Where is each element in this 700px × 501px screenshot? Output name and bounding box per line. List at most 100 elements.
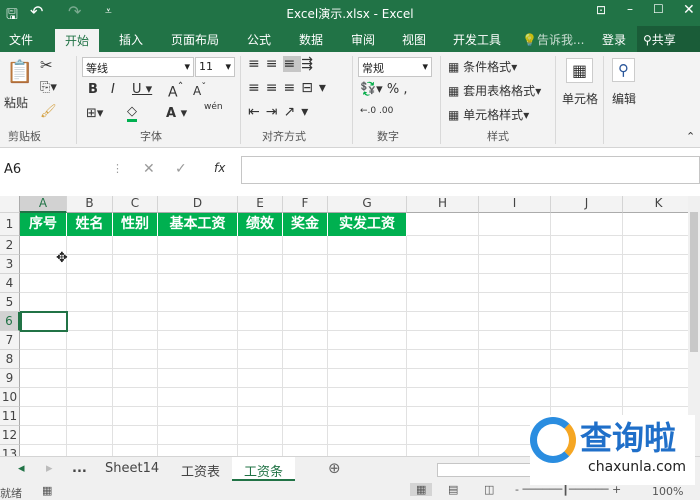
column-header-H[interactable]: H [407,196,479,213]
alignment-group-label: 对齐方式 [262,130,306,143]
copy-icon[interactable]: ⎘▾ [40,80,57,95]
tab-data[interactable]: 数据 [299,31,323,48]
cells-icon[interactable]: ▦ [566,58,594,83]
watermark-name: 查询啦 [580,419,677,457]
column-header-K[interactable]: K [623,196,688,213]
macro-record-icon[interactable]: ▦ [42,484,52,497]
cancel-icon[interactable]: ✕ [143,161,155,177]
row-header-13[interactable]: 13 [0,445,20,456]
close-icon[interactable]: ✕ [683,2,695,18]
tab-view[interactable]: 视图 [402,31,426,48]
row-header-4[interactable]: 4 [0,274,20,293]
active-cell-A6[interactable] [20,311,68,332]
name-box[interactable]: A6 [0,158,102,182]
row-header-1[interactable]: 1 [0,213,20,236]
tab-insert[interactable]: 插入 [119,31,143,48]
cells-button[interactable]: 单元格 [562,90,598,107]
page-break-view-icon[interactable]: ◫ [484,483,494,496]
row-header-2[interactable]: 2 [0,236,20,255]
header-cell[interactable]: 绩效 [238,213,283,236]
sheet-tab[interactable]: Sheet14 [105,461,159,476]
search-icon[interactable]: ⚲ [612,58,635,82]
add-sheet-icon[interactable]: ⊕ [328,459,341,477]
cut-icon[interactable]: ✂ [40,56,53,74]
page-layout-view-icon[interactable]: ▤ [448,483,458,496]
tab-review[interactable]: 审阅 [351,31,375,48]
sheet-tab-active[interactable]: 工资条 [232,457,296,481]
tell-me-input[interactable]: 💡告诉我... [522,31,584,48]
scroll-right-icon[interactable]: ▸ [46,461,53,476]
header-cell[interactable]: 实发工资 [328,213,407,236]
tab-developer[interactable]: 开发工具 [453,31,501,48]
phonetic-icon[interactable]: wén [204,102,223,112]
horizontal-align-icons[interactable]: ≡≡≡⊟▾ [248,80,332,96]
column-header-G[interactable]: G [328,196,407,213]
column-header-F[interactable]: F [283,196,328,213]
header-cell[interactable]: 性别 [113,213,158,236]
header-cell[interactable]: 基本工资 [158,213,238,236]
tab-page-layout[interactable]: 页面布局 [171,31,219,48]
header-cell[interactable]: 序号 [20,213,67,236]
bold-button[interactable]: B [88,82,98,97]
enter-icon[interactable]: ✓ [175,161,187,177]
row-header-10[interactable]: 10 [0,388,20,407]
ribbon-display-icon[interactable]: ⊡ [596,3,606,17]
conditional-format-button[interactable]: ▦ 条件格式▾ [448,58,517,75]
row-header-3[interactable]: 3 [0,255,20,274]
header-cell[interactable]: 奖金 [283,213,328,236]
format-painter-icon[interactable]: 🖌 [40,104,57,119]
underline-button[interactable]: U ▾ [132,82,152,97]
cell-style-button[interactable]: ▦ 单元格样式▾ [448,106,529,123]
row-header-7[interactable]: 7 [0,331,20,350]
number-format-select[interactable]: 常规 ▾ [358,57,432,77]
insert-function-icon[interactable]: fx [214,161,225,175]
borders-icon[interactable]: ⊞▾ [86,106,103,121]
minimize-icon[interactable]: – [627,2,633,16]
edit-button[interactable]: 编辑 [612,90,636,107]
row-header-6[interactable]: 6 [0,312,20,331]
column-header-J[interactable]: J [551,196,623,213]
collapse-ribbon-icon[interactable]: ⌃ [686,130,695,143]
share-button[interactable]: ⚲共享 [637,26,700,52]
column-header-E[interactable]: E [238,196,283,213]
row-header-8[interactable]: 8 [0,350,20,369]
font-color-icon[interactable]: A ▾ [166,106,187,121]
increase-font-icon[interactable]: Aˆ [168,80,183,101]
more-sheets-button[interactable]: ... [72,461,87,476]
paste-button[interactable]: 粘贴 [4,94,28,111]
header-cell[interactable]: 姓名 [67,213,113,236]
tab-file[interactable]: 文件 [9,31,33,48]
table-format-button[interactable]: ▦ 套用表格格式▾ [448,82,541,99]
row-header-5[interactable]: 5 [0,293,20,312]
column-header-I[interactable]: I [479,196,551,213]
column-header-C[interactable]: C [113,196,158,213]
decimal-icons[interactable]: ←.0 .00 [360,106,393,116]
percent-style-icons[interactable]: 💱▾ % , [360,82,407,97]
font-name-select[interactable]: 等线 ▾ [82,57,194,77]
column-header-B[interactable]: B [67,196,113,213]
column-header-A[interactable]: A [20,196,67,213]
formula-input[interactable] [241,156,700,184]
maximize-icon[interactable]: ☐ [653,2,664,16]
paste-icon[interactable]: 📋 [6,60,33,85]
select-all-corner[interactable] [0,196,20,213]
scroll-left-icon[interactable]: ◂ [18,461,25,476]
italic-button[interactable]: I [111,82,115,97]
tab-formulas[interactable]: 公式 [247,31,271,48]
tab-home[interactable]: 开始 [55,29,100,52]
font-size-select[interactable]: 11 ▾ [195,57,235,77]
vertical-align-icons[interactable]: ≡≡≡⇶ [248,56,319,72]
normal-view-icon[interactable]: ▦ [410,483,433,496]
row-header-11[interactable]: 11 [0,407,20,426]
zoom-level[interactable]: 100% [652,485,683,498]
sheet-tab[interactable]: 工资表 [181,461,220,480]
row-header-12[interactable]: 12 [0,426,20,445]
cell-style-icon: ▦ [448,108,460,122]
decrease-font-icon[interactable]: Aˇ [193,82,206,98]
indent-orientation-icons[interactable]: ⇤⇥↗▾ [248,104,314,120]
login-link[interactable]: 登录 [602,31,626,48]
row-header-9[interactable]: 9 [0,369,20,388]
column-header-D[interactable]: D [158,196,238,213]
table-format-icon: ▦ [448,84,460,98]
fill-color-icon[interactable]: ◇ [127,104,137,122]
